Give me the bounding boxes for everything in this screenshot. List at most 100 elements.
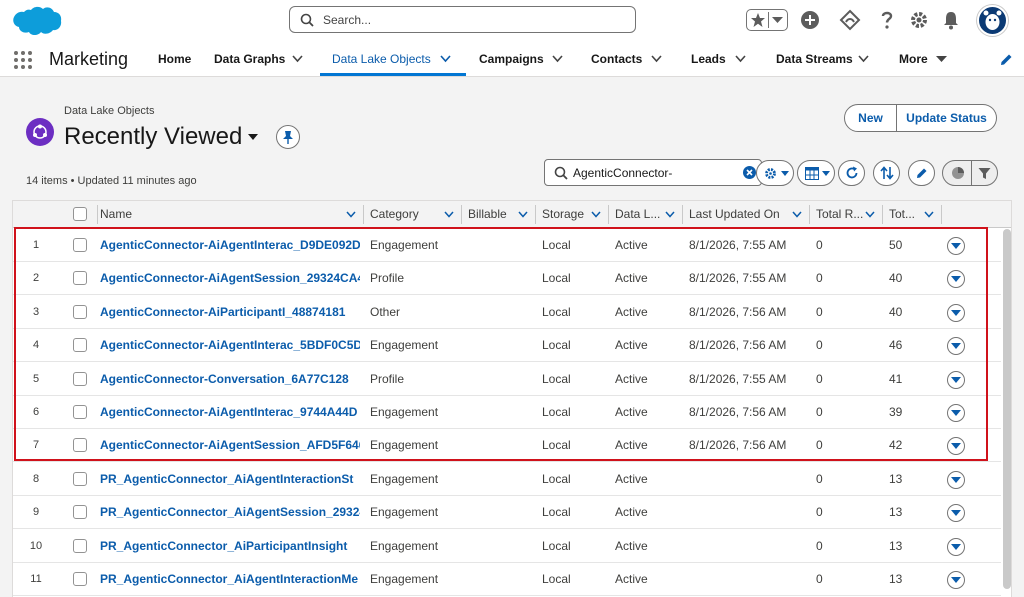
row-checkbox[interactable]	[73, 538, 87, 553]
nav-item-home[interactable]: Home	[158, 42, 191, 76]
cell-total-records: 0	[816, 371, 823, 386]
chevron-down-icon[interactable]	[792, 211, 802, 218]
chevron-down-icon[interactable]	[651, 55, 662, 63]
chevron-down-icon[interactable]	[292, 55, 303, 63]
cell-name[interactable]: PR_AgenticConnector_AiAgentInteractionMe	[100, 563, 360, 596]
edit-list-button[interactable]	[908, 160, 935, 186]
column-header-billable[interactable]: Billable	[468, 201, 507, 228]
caret-down-icon[interactable]	[248, 133, 258, 141]
pie-chart-icon[interactable]	[951, 166, 965, 180]
row-checkbox[interactable]	[73, 438, 87, 453]
list-search-input[interactable]: AgenticConnector-	[544, 159, 762, 186]
caret-down-icon[interactable]	[936, 55, 947, 63]
column-header-storage[interactable]: Storage	[542, 201, 584, 228]
row-checkbox[interactable]	[73, 271, 87, 286]
cell-name[interactable]: PR_AgenticConnector_AiParticipantInsight	[100, 530, 360, 563]
column-header-category[interactable]: Category	[370, 201, 419, 228]
row-checkbox[interactable]	[73, 505, 87, 520]
chevron-down-icon[interactable]	[735, 55, 746, 63]
row-action-menu-button[interactable]	[947, 537, 965, 556]
row-action-menu-button[interactable]	[947, 270, 965, 289]
row-action-menu-button[interactable]	[947, 571, 965, 589]
nav-item-data-streams[interactable]: Data Streams	[776, 42, 853, 76]
plus-icon[interactable]	[799, 9, 821, 31]
help-icon[interactable]	[876, 9, 898, 31]
column-header-total[interactable]: Tot...	[889, 201, 915, 228]
new-button[interactable]: New	[844, 104, 897, 132]
cell-name[interactable]: AgenticConnector-AiAgentSession_AFD5F646	[100, 429, 360, 462]
app-launcher-icon[interactable]	[14, 51, 34, 71]
nav-item-data-graphs[interactable]: Data Graphs	[214, 42, 285, 76]
chevron-down-icon[interactable]	[552, 55, 563, 63]
sort-button[interactable]	[873, 160, 900, 186]
column-header-total-records[interactable]: Total R...	[816, 201, 863, 228]
row-checkbox[interactable]	[73, 572, 87, 586]
chevron-down-icon[interactable]	[858, 55, 869, 63]
refresh-button[interactable]	[838, 160, 865, 186]
cell-name[interactable]: PR_AgenticConnector_AiAgentSession_29324	[100, 496, 360, 529]
column-header-last-updated-on[interactable]: Last Updated On	[689, 201, 780, 228]
cell-name[interactable]: AgenticConnector-Conversation_6A77C128	[100, 363, 360, 396]
select-all-checkbox[interactable]	[73, 207, 87, 221]
breadcrumb[interactable]: Data Lake Objects	[64, 105, 155, 117]
chevron-down-icon[interactable]	[924, 211, 934, 218]
nav-item-contacts[interactable]: Contacts	[591, 42, 642, 76]
chevron-down-icon[interactable]	[346, 211, 356, 218]
clear-icon[interactable]	[743, 166, 756, 179]
pencil-icon[interactable]	[999, 53, 1013, 67]
chevron-down-icon[interactable]	[591, 211, 601, 218]
cell-category: Other	[370, 304, 401, 319]
row-action-menu-button[interactable]	[947, 370, 965, 389]
cell-name[interactable]: AgenticConnector-AiAgentSession_29324CA4	[100, 262, 360, 295]
cell-name[interactable]: PR_AgenticConnector_AiAgentInteractionSt	[100, 463, 360, 496]
row-action-menu-button[interactable]	[947, 504, 965, 523]
chevron-down-icon[interactable]	[665, 211, 675, 218]
cell-billable	[468, 329, 532, 362]
row-action-menu-button[interactable]	[947, 404, 965, 422]
row-action-menu-button[interactable]	[947, 237, 965, 255]
row-checkbox[interactable]	[73, 405, 87, 419]
row-action-menu-button[interactable]	[947, 470, 965, 489]
column-header-data-lake-status[interactable]: Data L...	[615, 201, 660, 228]
row-action-menu-button[interactable]	[947, 303, 965, 322]
nav-item-leads[interactable]: Leads	[691, 42, 726, 76]
column-header-name[interactable]: Name	[100, 201, 132, 228]
cell-name[interactable]: AgenticConnector-AiAgentInterac_D9DE092D	[100, 229, 360, 262]
chevron-down-icon[interactable]	[444, 211, 454, 218]
nav-item-more[interactable]: More	[899, 42, 928, 76]
display-as-button[interactable]	[797, 160, 835, 186]
chevron-down-icon[interactable]	[440, 55, 451, 63]
update-status-button[interactable]: Update Status	[897, 104, 997, 132]
row-checkbox[interactable]	[73, 304, 87, 319]
gear-icon[interactable]	[908, 9, 930, 31]
cell-billable	[468, 530, 532, 563]
chevron-down-icon[interactable]	[518, 211, 528, 218]
cell-name[interactable]: AgenticConnector-AiAgentInterac_5BDF0C5D	[100, 329, 360, 362]
row-action-menu-button[interactable]	[947, 437, 965, 456]
row-checkbox[interactable]	[73, 471, 87, 486]
cell-name[interactable]: AgenticConnector-AiAgentInterac_9744A44D	[100, 396, 360, 429]
nav-item-campaigns[interactable]: Campaigns	[479, 42, 544, 76]
cell-total-records: 0	[816, 438, 823, 453]
row-action-menu-button[interactable]	[947, 337, 965, 356]
bell-icon[interactable]	[940, 9, 962, 31]
global-search-input[interactable]: Search...	[289, 6, 636, 33]
chevron-down-icon[interactable]	[865, 211, 875, 218]
setup-assistant-icon[interactable]	[839, 9, 861, 31]
star-icon[interactable]	[750, 12, 766, 28]
row-checkbox[interactable]	[73, 371, 87, 386]
list-view-title[interactable]: Recently Viewed	[64, 123, 242, 151]
chevron-down-icon[interactable]	[771, 16, 784, 25]
salesforce-cloud-icon[interactable]	[10, 4, 62, 40]
row-checkbox[interactable]	[73, 338, 87, 353]
cell-name[interactable]: AgenticConnector-AiParticipantI_48874181	[100, 296, 360, 329]
filter-icon[interactable]	[978, 167, 991, 180]
pin-button[interactable]	[276, 125, 300, 149]
cell-storage: Local	[542, 438, 571, 453]
row-checkbox[interactable]	[73, 238, 87, 252]
list-meta: 14 items • Updated 11 minutes ago	[26, 175, 197, 187]
list-settings-button[interactable]	[756, 160, 794, 186]
avatar[interactable]	[977, 5, 1008, 36]
table-scrollbar[interactable]	[1003, 229, 1011, 589]
nav-item-data-lake-objects[interactable]: Data Lake Objects	[332, 42, 431, 76]
